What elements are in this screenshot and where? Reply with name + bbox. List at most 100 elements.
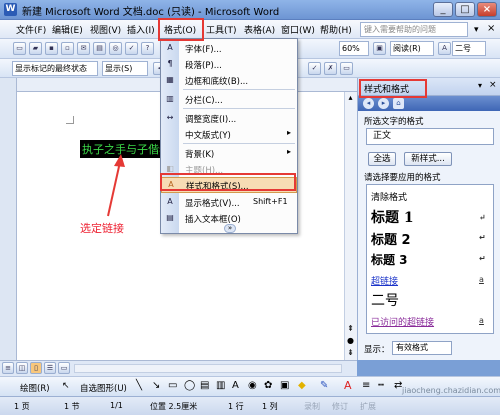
style-item-heading1[interactable]: 标题 1 ↵	[371, 207, 491, 227]
permission-icon[interactable]: ▫	[61, 42, 74, 55]
menu-tools[interactable]: 工具(T)	[206, 23, 237, 36]
menu-item-asian-layout[interactable]: 中文版式(Y) ▸	[161, 126, 297, 142]
next-page-icon[interactable]: ⇟	[345, 348, 356, 359]
save-icon[interactable]: ▪	[45, 42, 58, 55]
forward-icon[interactable]: ▸	[378, 98, 389, 109]
spelling-icon[interactable]: ✓	[125, 42, 138, 55]
normal-view-icon[interactable]: ≡	[2, 362, 14, 374]
select-all-button[interactable]: 全选	[368, 152, 396, 166]
style-list[interactable]: 清除格式 标题 1 ↵ 标题 2 ↵ 标题 3 ↵ 超链接 a 二号 已访问的超链接 a	[366, 184, 494, 334]
menu-item-font[interactable]: A 字体(F)...	[161, 40, 297, 56]
show-button[interactable]: 显示(S)	[102, 61, 148, 76]
font-size-combo[interactable]: 二号	[452, 41, 486, 56]
pane-close-icon[interactable]: ×	[489, 80, 497, 90]
help-search-input[interactable]: 键入需要帮助的问题	[360, 22, 468, 37]
menu-view[interactable]: 视图(V)	[90, 23, 121, 36]
menu-separator	[183, 143, 295, 144]
prev-page-icon[interactable]: ⇞	[345, 324, 356, 335]
clipart-icon[interactable]: ✿	[264, 380, 272, 391]
expand-menu-icon[interactable]: »	[224, 224, 236, 233]
accept-change-icon[interactable]: ✓	[308, 62, 321, 75]
read-button[interactable]: 阅读(R)	[390, 41, 434, 56]
style-item-size2[interactable]: 二号	[371, 290, 491, 310]
browse-object-icon[interactable]: ●	[345, 336, 356, 347]
status-extend[interactable]: 扩展	[360, 401, 376, 412]
status-track-changes[interactable]: 修订	[332, 401, 348, 412]
fill-color-icon[interactable]: ◆	[298, 380, 306, 391]
menu-table[interactable]: 表格(A)	[244, 23, 275, 36]
print-view-icon[interactable]: ▯	[30, 362, 42, 374]
style-item-heading2[interactable]: 标题 2 ↵	[371, 229, 491, 248]
home-icon[interactable]: ⌂	[393, 98, 404, 109]
arrow-icon[interactable]: ↘	[152, 380, 160, 391]
autoshapes-button[interactable]: 自选图形(U)	[80, 382, 127, 394]
minimize-button[interactable]: _	[433, 2, 453, 17]
menu-item-borders[interactable]: ▦ 边框和底纹(B)...	[161, 72, 297, 88]
maximize-button[interactable]: □	[455, 2, 475, 17]
draw-menu-button[interactable]: 绘图(R)	[20, 382, 50, 394]
menu-edit[interactable]: 编辑(E)	[52, 23, 83, 36]
help-dropdown-icon[interactable]: ▾	[474, 25, 479, 35]
oval-icon[interactable]: ◯	[184, 380, 195, 391]
reject-change-icon[interactable]: ✗	[324, 62, 337, 75]
selected-format-label: 所选文字的格式	[364, 117, 424, 127]
style-item-heading3[interactable]: 标题 3 ↵	[371, 251, 491, 268]
style-item-clear[interactable]: 清除格式	[371, 190, 491, 203]
close-button[interactable]: ×	[477, 2, 497, 17]
email-icon[interactable]: ✉	[77, 42, 90, 55]
menu-separator	[183, 108, 295, 109]
new-style-button[interactable]: 新样式...	[404, 152, 452, 166]
doc-close-icon[interactable]: ×	[487, 23, 495, 34]
back-icon[interactable]: ◂	[363, 98, 374, 109]
line-color-icon[interactable]: ✎	[320, 380, 328, 391]
web-view-icon[interactable]: ◫	[16, 362, 28, 374]
menu-item-fit-width[interactable]: ↔ 调整宽度(I)...	[161, 110, 297, 126]
preview-icon[interactable]: ◎	[109, 42, 122, 55]
selected-format-box[interactable]: 正文	[366, 128, 494, 145]
menu-item-paragraph[interactable]: ¶ 段落(P)...	[161, 56, 297, 72]
style-item-hyperlink[interactable]: 超链接 a	[371, 274, 491, 287]
scroll-up-icon[interactable]: ▴	[345, 93, 356, 104]
menu-insert[interactable]: 插入(I)	[127, 23, 155, 36]
page-corner-mark	[66, 116, 74, 124]
picture-icon[interactable]: ▣	[280, 380, 289, 391]
dash-style-icon[interactable]: ┅	[378, 380, 384, 391]
paste-special-icon[interactable]: ▣	[373, 42, 386, 55]
diagram-icon[interactable]: ◉	[248, 380, 257, 391]
print-icon[interactable]: ▤	[93, 42, 106, 55]
comment-icon[interactable]: ▭	[340, 62, 353, 75]
menu-item-columns[interactable]: ▥ 分栏(C)...	[161, 91, 297, 107]
new-doc-icon[interactable]: ▭	[13, 42, 26, 55]
outline-view-icon[interactable]: ☰	[44, 362, 56, 374]
pane-dropdown-icon[interactable]: ▾	[478, 81, 482, 90]
wordart-icon[interactable]: A	[232, 380, 239, 391]
vertical-ruler[interactable]	[0, 78, 17, 360]
highlight-format-menu	[158, 18, 204, 41]
zoom-combo[interactable]: 60%	[339, 41, 369, 56]
menu-help[interactable]: 帮助(H)	[320, 23, 352, 36]
status-record[interactable]: 录制	[304, 401, 320, 412]
status-page: 1 页	[14, 402, 30, 411]
menu-file[interactable]: 文件(F)	[16, 23, 46, 36]
watermark: jiaocheng.chazidian.com	[402, 386, 500, 395]
horizontal-scrollbar[interactable]	[74, 364, 342, 373]
line-icon[interactable]: ╲	[136, 380, 142, 391]
style-icon[interactable]: A	[438, 42, 451, 55]
rectangle-icon[interactable]: ▭	[168, 380, 177, 391]
reading-view-icon[interactable]: ▭	[58, 362, 70, 374]
vertical-scrollbar[interactable]	[344, 92, 357, 360]
open-icon[interactable]: ▰	[29, 42, 42, 55]
menu-item-reveal-formatting[interactable]: A 显示格式(V)... Shift+F1	[161, 194, 297, 210]
select-objects-icon[interactable]: ↖	[62, 381, 70, 391]
markup-combo[interactable]: 显示标记的最终状态	[12, 61, 98, 76]
vertical-textbox-icon[interactable]: ▥	[216, 380, 225, 391]
line-style-icon[interactable]: ≡	[362, 380, 370, 391]
annotation-label: 选定链接	[80, 222, 124, 235]
menu-window[interactable]: 窗口(W)	[281, 23, 315, 36]
font-color-icon[interactable]: A	[344, 379, 352, 392]
textbox-tool-icon[interactable]: ▤	[200, 380, 209, 391]
show-combo[interactable]: 有效格式	[392, 341, 452, 355]
research-icon[interactable]: ?	[141, 42, 154, 55]
menu-item-background[interactable]: 背景(K) ▸	[161, 145, 297, 161]
style-item-visited-link[interactable]: 已访问的超链接 a	[371, 315, 491, 328]
